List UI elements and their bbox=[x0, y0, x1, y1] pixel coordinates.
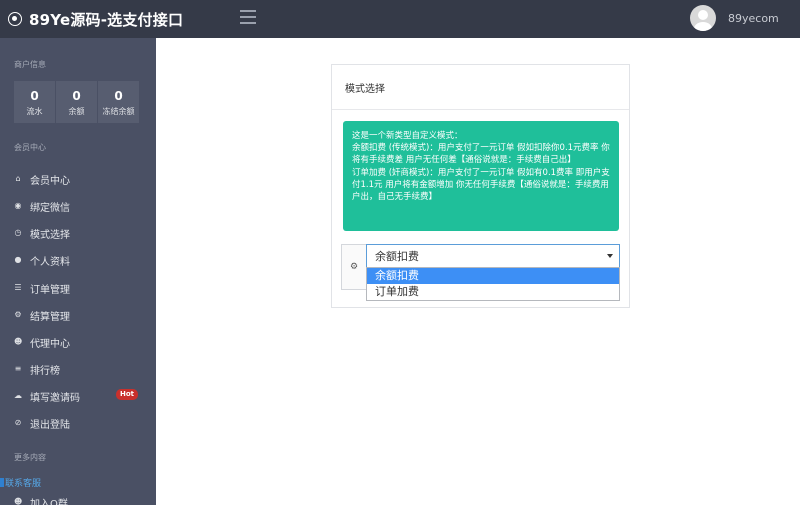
avatar[interactable] bbox=[690, 5, 716, 31]
description-line: 这是一个新类型自定义模式： bbox=[352, 131, 463, 141]
sidebar-item-logout[interactable]: ⊘ 退出登陆 bbox=[14, 415, 144, 431]
sidebar-item-bind-wechat[interactable]: ◉ 绑定微信 bbox=[14, 198, 144, 214]
sidebar-item-label: 订单管理 bbox=[30, 284, 70, 296]
stat-value: 0 bbox=[30, 89, 39, 103]
option-order-surcharge[interactable]: 订单加费 bbox=[367, 284, 619, 300]
sidebar-item-profile[interactable]: ● 个人资料 bbox=[14, 252, 144, 268]
target-icon bbox=[8, 12, 22, 26]
settlement-icon: ⚙ bbox=[14, 310, 22, 319]
sidebar-item-label: 结算管理 bbox=[30, 311, 70, 323]
stat-turnover: 0 流水 bbox=[14, 81, 55, 123]
stat-balance: 0 余额 bbox=[56, 81, 97, 123]
description-line: 订单加费 (奸商模式)：用户支付了一元订单 假如有0.1费率 即用户支付1.1元… bbox=[352, 167, 610, 203]
list-icon: ☰ bbox=[14, 283, 22, 292]
sidebar-item-label: 代理中心 bbox=[30, 338, 70, 350]
stat-value: 0 bbox=[114, 89, 123, 103]
sidebar-item-leaderboard[interactable]: ≡ 排行榜 bbox=[14, 361, 144, 377]
sidebar-item-member-center[interactable]: ⌂ 会员中心 bbox=[14, 171, 144, 187]
sidebar-item-label: 排行榜 bbox=[30, 365, 60, 377]
clock-icon: ◷ bbox=[14, 228, 22, 237]
mode-select-group: ⚙ 余额扣费 余额扣费 订单加费 bbox=[341, 244, 620, 301]
gear-icon: ⚙ bbox=[341, 244, 366, 290]
sidebar-item-mode-select[interactable]: ◷ 模式选择 bbox=[14, 225, 144, 241]
wechat-icon: ◉ bbox=[14, 201, 22, 210]
description-line: 余额扣费 (传统模式)：用户支付了一元订单 假如扣除你0.1元费率 你将有手续费… bbox=[352, 143, 610, 166]
panel-title: 模式选择 bbox=[332, 65, 629, 110]
more-section-title: 更多内容 bbox=[14, 453, 46, 462]
home-icon: ⌂ bbox=[15, 174, 21, 183]
user-menu[interactable]: 89yecom bbox=[690, 3, 779, 33]
sidebar-item-label: 加入Q群 bbox=[30, 498, 68, 505]
sidebar-item-label: 个人资料 bbox=[30, 256, 70, 268]
logo[interactable]: 89Ye源码-选支付接口 bbox=[8, 0, 183, 38]
site-title: 89Ye源码-选支付接口 bbox=[29, 10, 184, 29]
option-balance-deduction[interactable]: 余额扣费 bbox=[367, 268, 619, 284]
stat-value: 0 bbox=[72, 89, 81, 103]
hamburger-icon-bar bbox=[240, 22, 256, 24]
sidebar: 商户信息 0 流水 0 余额 0 冻结余额 会员中心 ⌂ 会员中心 ◉ 绑定微信… bbox=[0, 38, 156, 505]
hamburger-icon-bar bbox=[240, 16, 256, 18]
contact-support-link[interactable]: 联系客服 bbox=[0, 476, 41, 489]
mode-select-panel: 模式选择 这是一个新类型自定义模式： 余额扣费 (传统模式)：用户支付了一元订单… bbox=[331, 64, 630, 308]
stat-label: 冻结余额 bbox=[102, 107, 135, 116]
users-icon: ☻ bbox=[14, 337, 23, 346]
sidebar-item-orders[interactable]: ☰ 订单管理 bbox=[14, 280, 144, 296]
stat-label: 流水 bbox=[26, 107, 43, 116]
sidebar-item-label: 会员中心 bbox=[30, 175, 70, 187]
cloud-icon: ☁ bbox=[14, 391, 22, 400]
ban-icon: ⊘ bbox=[14, 418, 22, 427]
sidebar-item-join-group[interactable]: ☻ 加入Q群 bbox=[14, 494, 144, 505]
menu-toggle-button[interactable] bbox=[240, 10, 256, 24]
sidebar-item-label: 退出登陆 bbox=[30, 419, 70, 431]
stat-frozen-balance: 0 冻结余额 bbox=[98, 81, 139, 123]
mode-select-dropdown: 余额扣费 订单加费 bbox=[366, 267, 620, 301]
top-bar: 89Ye源码-选支付接口 89yecom bbox=[0, 0, 800, 38]
bars-icon: ≡ bbox=[14, 364, 22, 373]
mode-description-alert: 这是一个新类型自定义模式： 余额扣费 (传统模式)：用户支付了一元订单 假如扣除… bbox=[343, 121, 619, 231]
sidebar-item-settlement[interactable]: ⚙ 结算管理 bbox=[14, 307, 144, 323]
sidebar-item-label: 填写邀请码 bbox=[30, 392, 80, 404]
merchant-stats: 0 流水 0 余额 0 冻结余额 bbox=[14, 81, 139, 123]
mode-select[interactable]: 余额扣费 bbox=[366, 244, 620, 268]
merchant-section-title: 商户信息 bbox=[14, 60, 46, 69]
member-section-title: 会员中心 bbox=[14, 143, 46, 152]
hot-badge: Hot bbox=[116, 389, 138, 400]
sidebar-item-label: 模式选择 bbox=[30, 229, 70, 241]
stat-label: 余额 bbox=[68, 107, 85, 116]
username[interactable]: 89yecom bbox=[728, 12, 779, 25]
hamburger-icon bbox=[240, 10, 256, 12]
sidebar-item-agent-center[interactable]: ☻ 代理中心 bbox=[14, 334, 144, 350]
caret-down-icon bbox=[607, 254, 613, 258]
users-icon: ☻ bbox=[14, 497, 23, 505]
sidebar-item-label: 绑定微信 bbox=[30, 202, 70, 214]
mode-select-value: 余额扣费 bbox=[375, 250, 419, 263]
user-icon: ● bbox=[14, 255, 22, 264]
